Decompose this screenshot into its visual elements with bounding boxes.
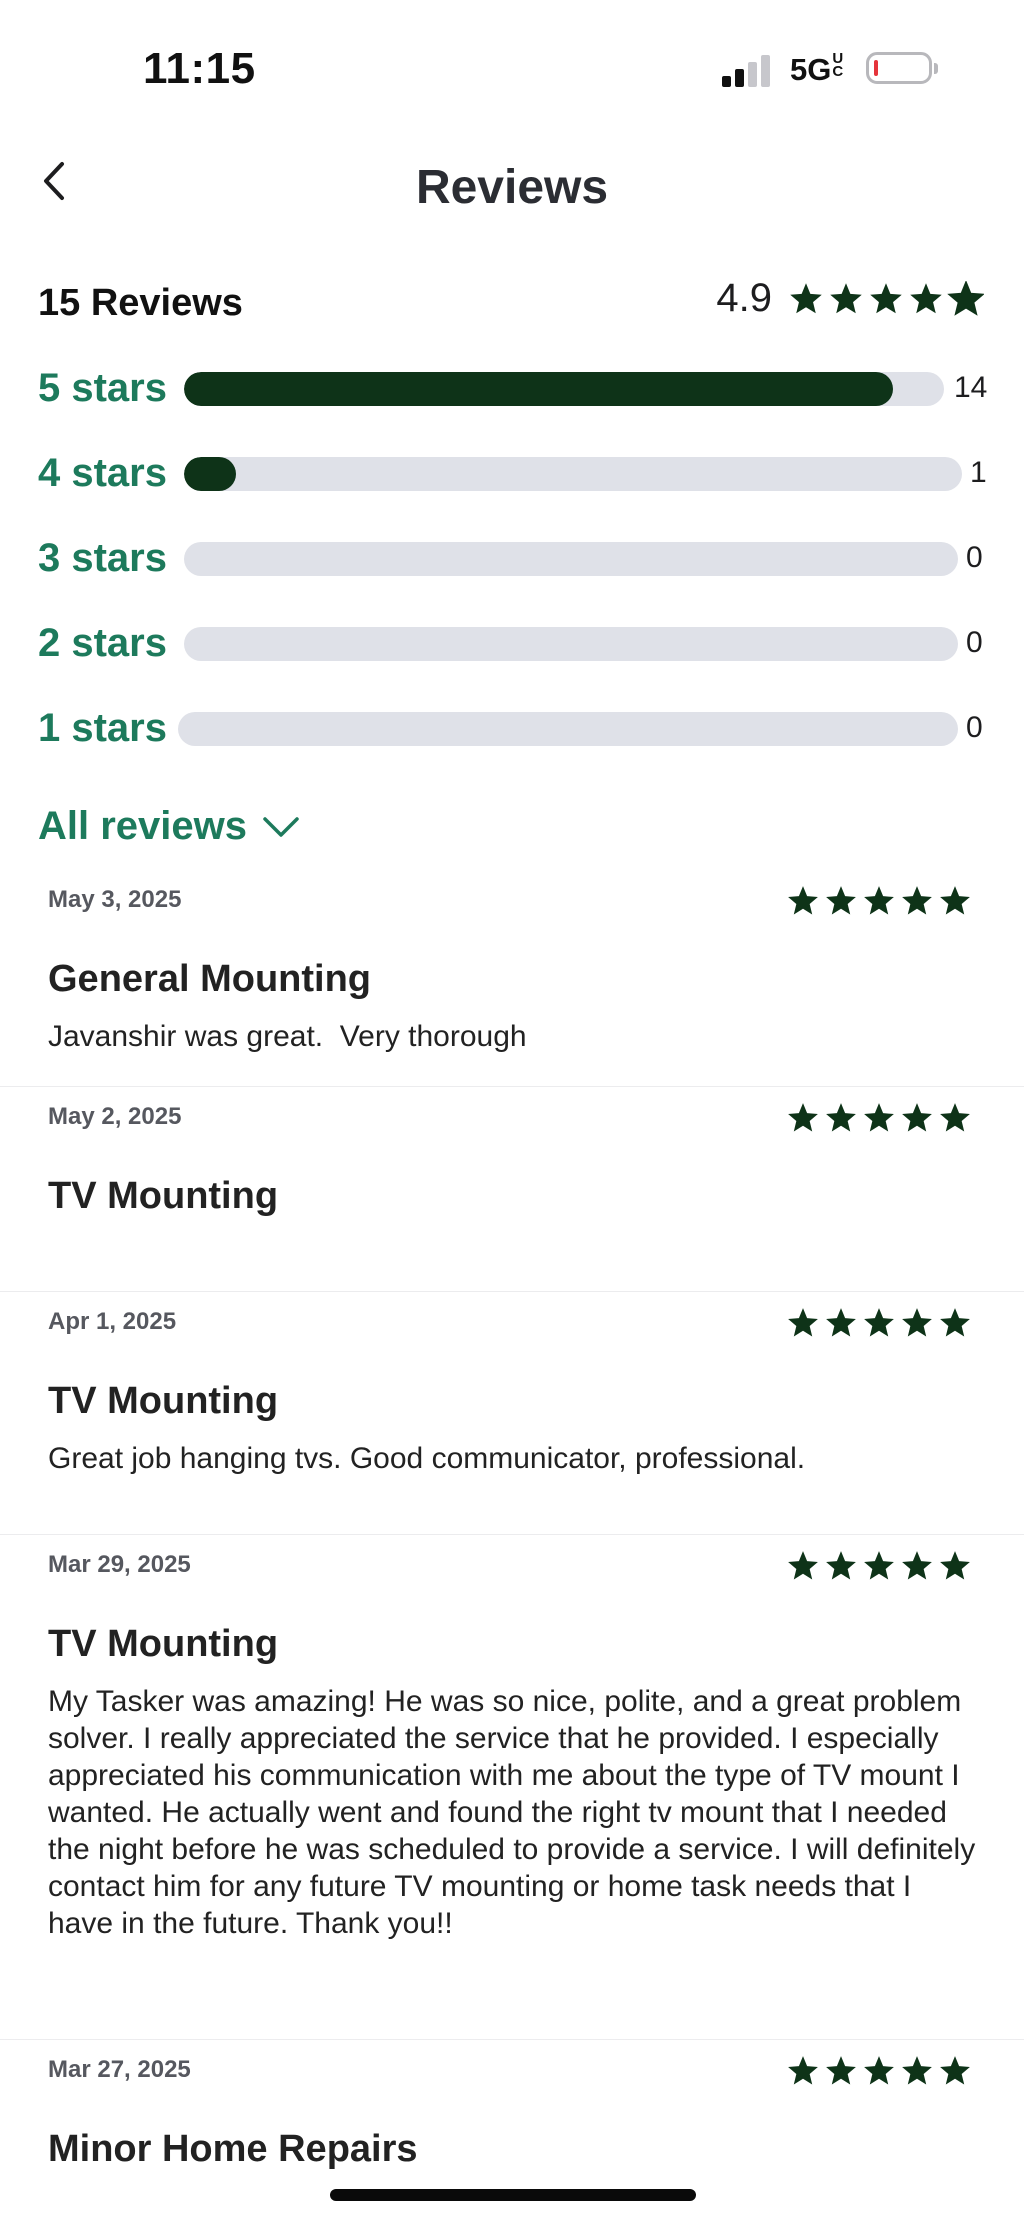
battery-tip [934, 63, 938, 74]
star-icon [940, 2056, 970, 2085]
review-stars-svg [788, 1551, 970, 1580]
review-card: Apr 1, 2025 TV Mounting Great job hanging … [0, 1292, 1024, 1535]
rating-row-label[interactable]: 3 stars [38, 536, 167, 580]
rating-row-count: 0 [966, 541, 983, 574]
rating-bar-track [184, 457, 962, 491]
review-date: Mar 29, 2025 [48, 1551, 191, 1578]
star-icon [870, 282, 902, 313]
rating-bar-track [184, 627, 958, 661]
review-card: Mar 27, 2025 Minor Home Repairs [0, 2040, 1024, 2240]
rating-row-label[interactable]: 1 stars [38, 706, 167, 750]
rating-row[interactable]: 5 stars 14 [0, 366, 1024, 410]
rating-row-label[interactable]: 4 stars [38, 451, 167, 495]
review-stars-svg [788, 2056, 970, 2085]
rating-bar-fill [184, 372, 894, 406]
review-body: Javanshir was great. Very thorough [48, 1020, 527, 1053]
rating-row-count: 0 [966, 626, 983, 659]
status-bar: 11:15 5GUC [0, 0, 1024, 120]
star-icon [864, 886, 894, 915]
rating-row-count: 1 [970, 456, 987, 489]
star-icon [826, 1551, 856, 1580]
star-icon [790, 282, 822, 313]
rating-row-count: 14 [954, 371, 988, 404]
rating-bar-track [178, 712, 958, 746]
review-card: Mar 29, 2025 TV Mounting My Tasker was ama… [0, 1535, 1024, 2040]
star-icon [902, 886, 932, 915]
home-indicator [330, 2189, 696, 2201]
review-date: Apr 1, 2025 [48, 1308, 177, 1335]
rating-stars [788, 280, 984, 317]
review-title: TV Mounting [48, 1623, 279, 1665]
review-title: TV Mounting [48, 1380, 279, 1422]
star-icon [826, 886, 856, 915]
chevron-down-icon [263, 816, 299, 837]
review-stars-svg [788, 886, 970, 915]
rating-row-label[interactable]: 5 stars [38, 366, 167, 410]
star-icon [788, 886, 818, 915]
star-icon [947, 280, 984, 316]
review-rating [786, 1549, 972, 1588]
review-body: Great job hanging tvs. Good communicator… [48, 1442, 806, 1475]
star-icon [864, 2056, 894, 2085]
star-icon [940, 1103, 970, 1132]
star-icon [902, 1551, 932, 1580]
page-title: Reviews [415, 161, 609, 214]
battery-icon [866, 52, 932, 84]
average-rating: 4.9 [716, 276, 984, 321]
star-icon [826, 1308, 856, 1337]
rating-row[interactable]: 1 stars 0 [0, 706, 1024, 750]
status-time: 11:15 [143, 44, 256, 93]
review-title: Minor Home Repairs [48, 2128, 418, 2170]
review-card: May 3, 2025 General Mounting Javanshir was… [0, 870, 1024, 1087]
star-icon [788, 1308, 818, 1337]
star-icon [940, 1308, 970, 1337]
network-label: 5G [790, 52, 832, 87]
star-icon [826, 2056, 856, 2085]
rating-number: 4.9 [716, 276, 772, 320]
review-rating [786, 2054, 972, 2093]
star-icon [826, 1103, 856, 1132]
star-icon [902, 1308, 932, 1337]
review-rating [786, 1101, 972, 1140]
review-date: May 2, 2025 [48, 1103, 182, 1130]
star-icon [788, 1551, 818, 1580]
filter-label: All reviews [38, 804, 248, 848]
summary-stars-svg [790, 280, 984, 316]
star-icon [830, 282, 862, 313]
review-title: General Mounting [48, 958, 371, 1000]
rating-row[interactable]: 3 stars 0 [0, 536, 1024, 580]
review-body: My Tasker was amazing! He was so nice, p… [48, 1685, 984, 1940]
review-date: Mar 27, 2025 [48, 2056, 191, 2083]
star-icon [910, 282, 942, 313]
review-title: TV Mounting [48, 1175, 279, 1217]
star-icon [902, 1103, 932, 1132]
star-icon [788, 1103, 818, 1132]
rating-row-count: 0 [966, 711, 983, 744]
network-suffix: UC [832, 50, 844, 80]
review-filter-dropdown[interactable]: All reviews [38, 804, 301, 849]
rating-bar-track [184, 372, 944, 406]
star-icon [902, 2056, 932, 2085]
star-icon [940, 886, 970, 915]
review-rating [786, 1306, 972, 1345]
cellular-signal-icon [722, 55, 774, 87]
review-date: May 3, 2025 [48, 886, 182, 913]
review-card: May 2, 2025 TV Mounting [0, 1087, 1024, 1292]
star-icon [864, 1103, 894, 1132]
star-icon [864, 1308, 894, 1337]
review-rating [786, 884, 972, 923]
star-icon [788, 2056, 818, 2085]
rating-row[interactable]: 4 stars 1 [0, 451, 1024, 495]
network-indicator: 5GUC [790, 50, 844, 88]
review-stars-svg [788, 1308, 970, 1337]
rating-bar-fill [184, 457, 237, 491]
rating-bar-track [184, 542, 958, 576]
review-stars-svg [788, 1103, 970, 1132]
rating-row-label[interactable]: 2 stars [38, 621, 167, 665]
rating-row[interactable]: 2 stars 0 [0, 621, 1024, 665]
star-icon [864, 1551, 894, 1580]
review-count: 15 Reviews [38, 282, 243, 324]
star-icon [940, 1551, 970, 1580]
